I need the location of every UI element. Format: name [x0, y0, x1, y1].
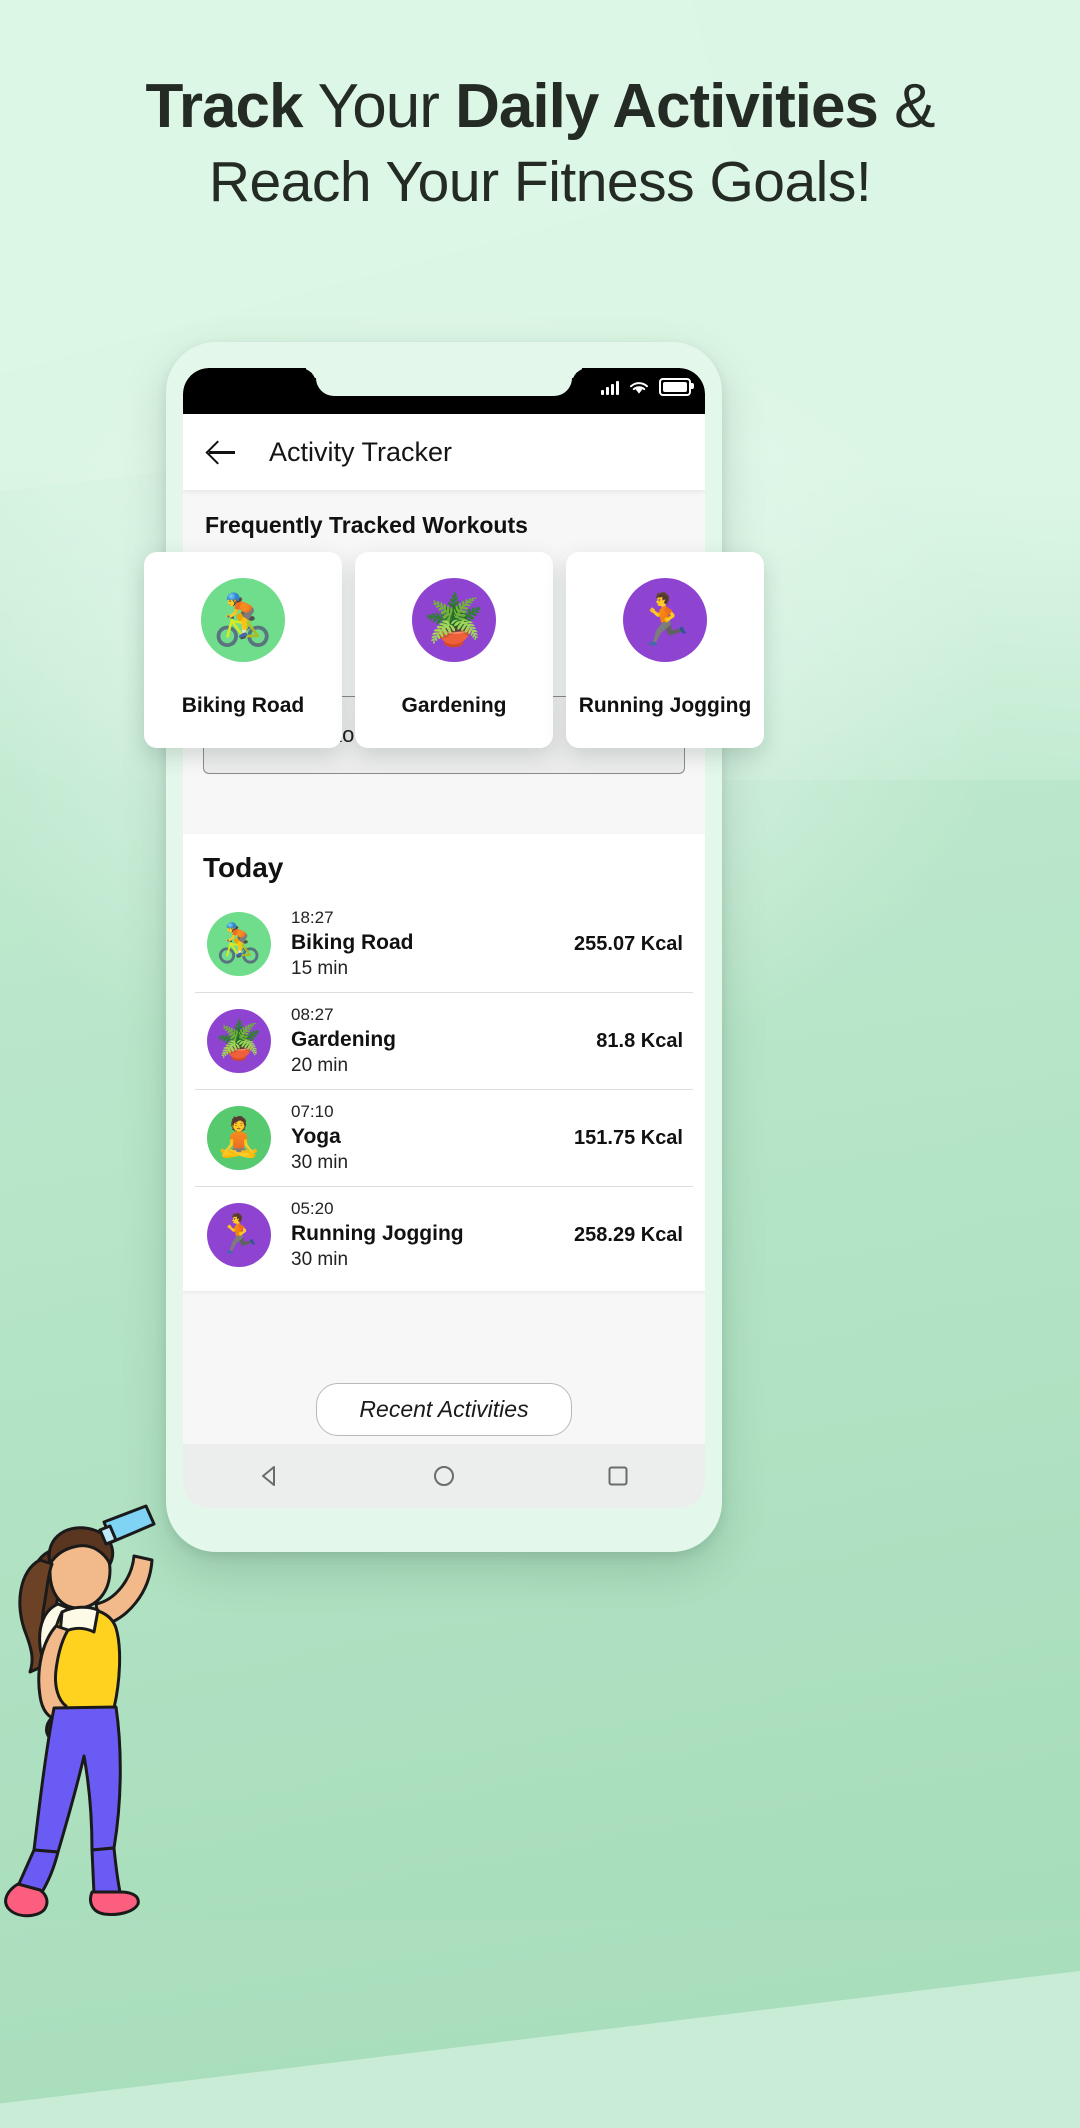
battery-icon [659, 378, 694, 396]
status-bar-icons [601, 378, 694, 396]
biking-icon: 🚴 [207, 912, 271, 976]
phone-notch [300, 368, 588, 396]
workout-card-biking[interactable]: 🚴 Biking Road [144, 552, 342, 748]
frequent-workout-cards: 🚴 Biking Road 🪴 Gardening 🏃 Running Jogg… [144, 552, 764, 748]
recent-activities-wrapper: Recent Activities [183, 1383, 705, 1436]
activity-calories: 258.29 Kcal [574, 1223, 683, 1246]
headline-line-2: Reach Your Fitness Goals! [208, 150, 872, 214]
android-nav-bar [183, 1444, 705, 1508]
wifi-icon [630, 382, 648, 394]
recent-activities-button[interactable]: Recent Activities [316, 1383, 572, 1436]
activity-time: 07:10 [291, 1102, 334, 1121]
workout-card-label: Biking Road [181, 694, 305, 717]
activity-name: Running Jogging [291, 1222, 464, 1245]
table-row[interactable]: 🧘 07:10 Yoga 30 min 151.75 Kcal [195, 1089, 693, 1186]
page-title: Activity Tracker [269, 436, 453, 467]
activity-duration: 30 min [291, 1249, 349, 1270]
activity-name: Biking Road [291, 931, 414, 954]
workout-card-gardening[interactable]: 🪴 Gardening [355, 552, 553, 748]
activity-calories: 81.8 Kcal [596, 1029, 683, 1052]
woman-drinking-water-illustration [4, 1504, 156, 1918]
running-icon: 🏃 [623, 578, 707, 662]
activity-time: 08:27 [291, 1005, 334, 1024]
today-activity-list: 🚴 18:27 Biking Road 15 min 255.07 Kcal 🪴… [183, 896, 705, 1291]
nav-home-circle-icon[interactable] [431, 1463, 457, 1489]
table-row[interactable]: 🪴 08:27 Gardening 20 min 81.8 Kcal [195, 992, 693, 1089]
frequent-workouts-title: Frequently Tracked Workouts [205, 512, 528, 538]
headline-word-track: Track [145, 72, 303, 141]
activity-meta: 18:27 Biking Road 15 min [291, 908, 414, 980]
running-icon: 🏃 [207, 1203, 271, 1267]
gardening-icon: 🪴 [412, 578, 496, 662]
nav-recents-square-icon[interactable] [605, 1463, 631, 1489]
headline-line-1: Track Your Daily Activities & [0, 68, 1080, 146]
phone-screen: Activity Tracker Frequently Tracked Work… [183, 368, 705, 1508]
activity-name: Gardening [291, 1028, 397, 1051]
workout-card-label: Running Jogging [578, 694, 752, 717]
activity-duration: 30 min [291, 1152, 349, 1173]
promo-headline: Track Your Daily Activities & Reach Your… [0, 68, 1080, 218]
activity-meta: 05:20 Running Jogging 30 min [291, 1199, 464, 1271]
phone-mockup: Activity Tracker Frequently Tracked Work… [166, 342, 722, 1552]
headline-word-your: Your [317, 72, 440, 141]
activity-duration: 15 min [291, 958, 349, 979]
signal-bars-icon [601, 380, 619, 395]
headline-word-amp: & [894, 72, 935, 141]
activity-meta: 08:27 Gardening 20 min [291, 1005, 396, 1077]
workout-card-running[interactable]: 🏃 Running Jogging [566, 552, 764, 748]
today-card: Today 🚴 18:27 Biking Road 15 min 255.07 … [183, 834, 705, 1291]
table-row[interactable]: 🏃 05:20 Running Jogging 30 min 258.29 Kc… [195, 1186, 693, 1283]
table-row[interactable]: 🚴 18:27 Biking Road 15 min 255.07 Kcal [195, 896, 693, 992]
biking-icon: 🚴 [201, 578, 285, 662]
activity-name: Yoga [291, 1125, 341, 1148]
app-bar: Activity Tracker [183, 414, 705, 490]
activity-calories: 151.75 Kcal [574, 1126, 683, 1149]
status-bar [183, 368, 705, 414]
nav-back-triangle-icon[interactable] [257, 1463, 283, 1489]
back-arrow-icon[interactable] [205, 435, 239, 469]
headline-word-daily-activities: Daily Activities [455, 72, 879, 141]
activity-duration: 20 min [291, 1055, 349, 1076]
yoga-icon: 🧘 [207, 1106, 271, 1170]
gardening-icon: 🪴 [207, 1009, 271, 1073]
activity-meta: 07:10 Yoga 30 min [291, 1102, 348, 1174]
activity-calories: 255.07 Kcal [574, 932, 683, 955]
workout-card-label: Gardening [401, 694, 507, 717]
today-title: Today [203, 852, 284, 883]
activity-time: 05:20 [291, 1199, 334, 1218]
activity-time: 18:27 [291, 908, 334, 927]
